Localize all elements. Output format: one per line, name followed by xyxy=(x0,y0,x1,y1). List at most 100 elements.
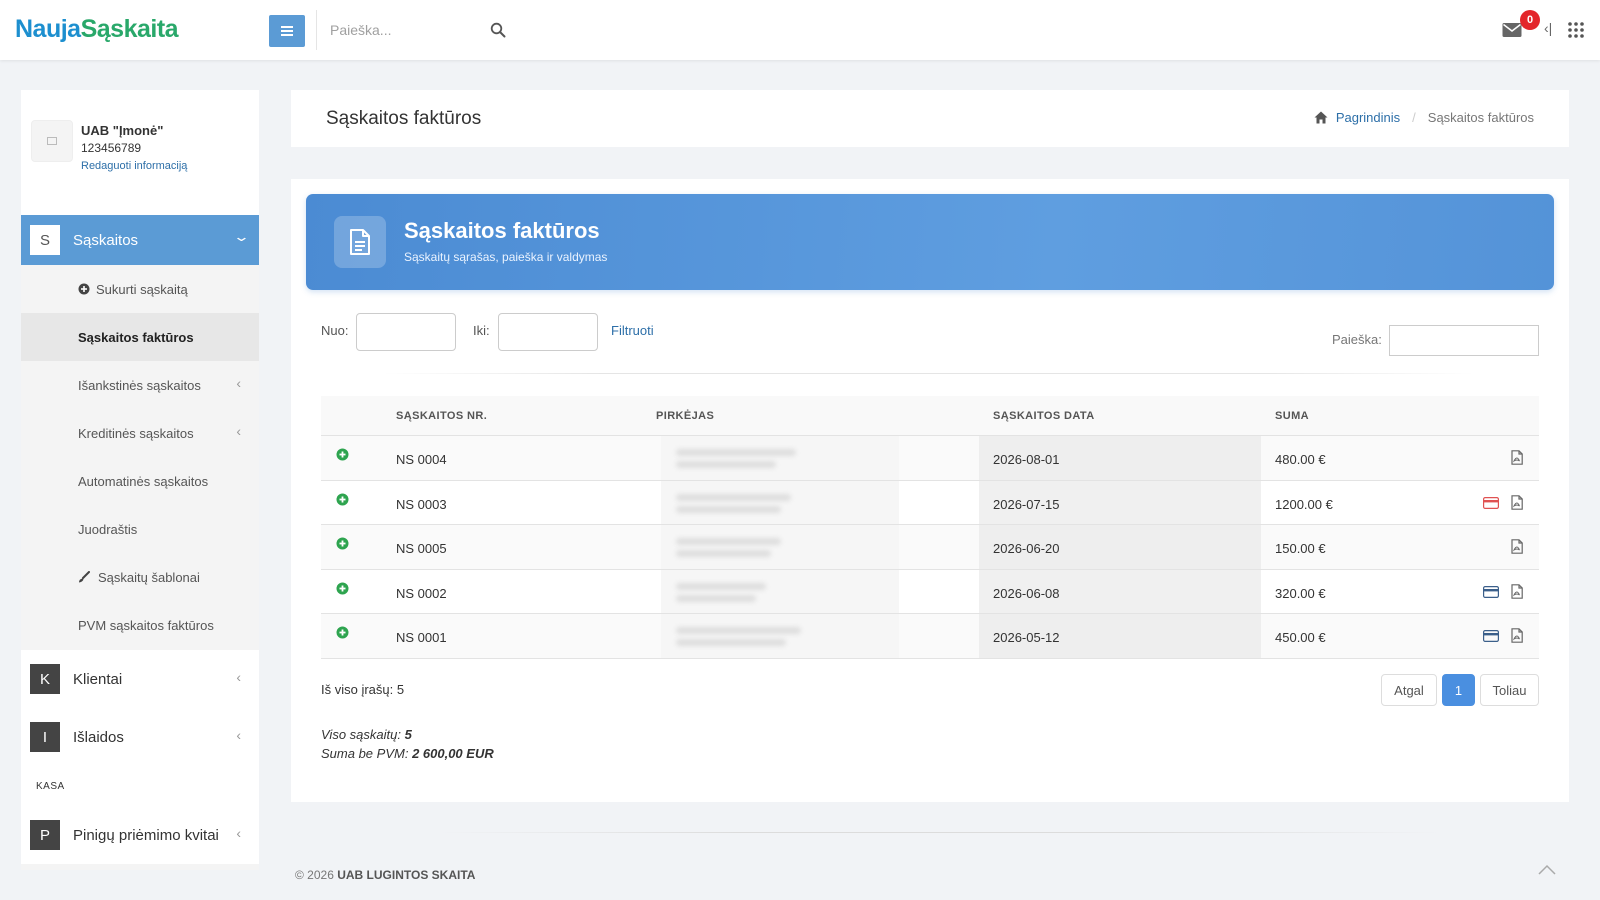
table-body: NS 0004 2026-08-01 480.00 € NS 0003 2026… xyxy=(321,436,1539,659)
mail-count-badge: 0 xyxy=(1520,10,1540,30)
credit-card-red-icon[interactable] xyxy=(1483,496,1499,509)
table-header: SĄSKAITOS NR. PIRKĖJAS SĄSKAITOS DATA SU… xyxy=(321,396,1539,436)
plus-circle-icon[interactable] xyxy=(336,537,349,550)
pagination-next-button[interactable]: Toliau xyxy=(1480,674,1539,706)
image-icon xyxy=(47,137,57,145)
page-title: Sąskaitos faktūros xyxy=(326,108,482,129)
top-search-input[interactable] xyxy=(330,18,500,42)
invoice-number[interactable]: NS 0002 xyxy=(396,586,447,601)
sidebar-item-label: Klientai xyxy=(73,671,123,688)
sidebar-subitem-create-invoice[interactable]: Sukurti sąskaitą xyxy=(21,265,259,313)
table-row[interactable]: NS 0004 2026-08-01 480.00 € xyxy=(321,436,1539,481)
user-card: UAB "Įmonė" 123456789 Redaguoti informac… xyxy=(21,90,259,215)
table-row[interactable]: NS 0001 2026-05-12 450.00 € xyxy=(321,614,1539,659)
pdf-icon[interactable] xyxy=(1511,628,1523,643)
sidebar-subitem-credit[interactable]: Kreditinės sąskaitos ‹ xyxy=(21,409,259,457)
invoice-number[interactable]: NS 0004 xyxy=(396,452,447,467)
breadcrumb: Pagrindinis / Sąskaitos faktūros xyxy=(1314,110,1534,125)
company-avatar xyxy=(31,120,73,162)
plus-circle-icon[interactable] xyxy=(336,493,349,506)
sidebar-item-klientai[interactable]: K Klientai ‹ xyxy=(21,650,259,708)
sidebar-item-cash-receipts[interactable]: P Pinigų priėmimo kvitai ‹ xyxy=(21,806,259,864)
sidebar-item-islaidos[interactable]: I Išlaidos ‹ xyxy=(21,708,259,766)
footer-copyright: © 2026 UAB LUGINTOS SKAITA xyxy=(295,868,476,882)
pagination-page-button[interactable]: 1 xyxy=(1442,674,1475,706)
sidebar-subitem-draft[interactable]: Juodraštis xyxy=(21,505,259,553)
sidebar-section-label: KASA xyxy=(21,766,259,806)
invoice-number[interactable]: NS 0005 xyxy=(396,541,447,556)
apps-grid-icon[interactable] xyxy=(1567,21,1585,39)
date-from-label: Nuo: xyxy=(321,323,349,338)
summary-total-sum: Suma be PVM: 2 600,00 EUR xyxy=(321,746,494,761)
sidebar-item-saskaitos[interactable]: S Sąskaitos ⌄ xyxy=(21,215,259,265)
invoice-number[interactable]: NS 0001 xyxy=(396,630,447,645)
breadcrumb-separator: / xyxy=(1412,110,1416,125)
sidebar-subitem-vat-invoices[interactable]: PVM sąskaitos faktūros xyxy=(21,601,259,649)
invoice-number[interactable]: NS 0003 xyxy=(396,497,447,512)
table-row[interactable]: NS 0003 2026-07-15 1200.00 € xyxy=(321,480,1539,525)
sidebar-subitem-invoices[interactable]: Sąskaitos faktūros xyxy=(21,313,259,361)
sidebar-item-label: Sąskaitos xyxy=(73,232,139,249)
pdf-icon[interactable] xyxy=(1511,494,1523,510)
menu-toggle-button[interactable] xyxy=(269,15,305,47)
date-to-input[interactable] xyxy=(498,313,598,351)
search-icon[interactable] xyxy=(490,22,506,38)
pagination-prev-button[interactable]: Atgal xyxy=(1381,674,1437,706)
chevron-down-icon: ⌄ xyxy=(232,229,251,244)
total-records: Iš viso įrašų: 5 xyxy=(321,682,405,697)
plus-circle-icon[interactable] xyxy=(336,448,349,461)
table-search-input[interactable] xyxy=(1389,325,1539,356)
date-to-label: Iki: xyxy=(473,323,490,338)
company-code: 123456789 xyxy=(81,141,142,155)
pdf-icon[interactable] xyxy=(1511,450,1523,465)
mail-icon[interactable] xyxy=(1502,22,1522,38)
column-header-number[interactable]: SĄSKAITOS NR. xyxy=(396,410,487,422)
breadcrumb-current: Sąskaitos faktūros xyxy=(1427,110,1534,125)
invoice-amount: 320.00 € xyxy=(1275,585,1326,601)
sidebar-subitem-templates[interactable]: Sąskaitų šablonai xyxy=(21,553,259,601)
buyer-redacted xyxy=(661,525,899,569)
column-header-amount[interactable]: SUMA xyxy=(1275,410,1309,422)
top-bar: NaujaSąskaita 0 ‹| xyxy=(0,0,1600,60)
pdf-icon[interactable] xyxy=(1511,539,1523,554)
scroll-to-top-icon[interactable] xyxy=(1538,864,1556,876)
invoices-card: Sąskaitos faktūros Sąskaitų sąrašas, pai… xyxy=(291,179,1569,802)
invoice-date: 2026-06-08 xyxy=(993,585,1060,601)
invoices-table: SĄSKAITOS NR. PIRKĖJAS SĄSKAITOS DATA SU… xyxy=(321,396,1539,659)
chevron-left-icon: ‹ xyxy=(236,375,241,391)
chevron-left-icon: ‹ xyxy=(236,825,241,841)
section-letter-badge: P xyxy=(30,820,60,850)
sidebar-subitem-automatic[interactable]: Automatinės sąskaitos xyxy=(21,457,259,505)
collapse-icon[interactable]: ‹| xyxy=(1544,20,1552,36)
invoice-date: 2026-07-15 xyxy=(993,496,1060,512)
plus-circle-icon[interactable] xyxy=(336,582,349,595)
credit-card-icon[interactable] xyxy=(1483,585,1499,598)
column-header-date[interactable]: SĄSKAITOS DATA xyxy=(993,410,1095,422)
credit-card-icon[interactable] xyxy=(1483,630,1499,642)
banner-icon-box xyxy=(334,216,386,268)
sidebar: UAB "Įmonė" 123456789 Redaguoti informac… xyxy=(21,90,259,870)
brand-logo[interactable]: NaujaSąskaita xyxy=(15,15,179,44)
filter-button[interactable]: Filtruoti xyxy=(611,323,654,338)
breadcrumb-home-link[interactable]: Pagrindinis xyxy=(1336,110,1400,125)
sidebar-subitem-proforma[interactable]: Išankstinės sąskaitos ‹ xyxy=(21,361,259,409)
sidebar-item-label: Pinigų priėmimo kvitai xyxy=(73,827,219,844)
buyer-redacted xyxy=(661,436,899,480)
sidebar-item-label: Išlaidos xyxy=(73,729,124,746)
plus-circle-icon xyxy=(78,283,90,295)
invoice-date: 2026-05-12 xyxy=(993,630,1060,645)
edit-company-link[interactable]: Redaguoti informaciją xyxy=(81,160,187,172)
invoice-amount: 1200.00 € xyxy=(1275,496,1333,512)
banner-title: Sąskaitos faktūros xyxy=(404,218,600,243)
table-search-label: Paieška: xyxy=(1332,332,1382,347)
table-row[interactable]: NS 0005 2026-06-20 150.00 € xyxy=(321,525,1539,570)
buyer-redacted xyxy=(661,569,899,613)
table-row[interactable]: NS 0002 2026-06-08 320.00 € xyxy=(321,569,1539,614)
document-icon xyxy=(350,229,370,255)
date-from-input[interactable] xyxy=(356,313,456,351)
plus-circle-icon[interactable] xyxy=(336,626,349,639)
column-header-buyer[interactable]: PIRKĖJAS xyxy=(656,410,714,422)
pdf-icon[interactable] xyxy=(1511,583,1523,599)
invoice-amount: 480.00 € xyxy=(1275,452,1326,467)
chevron-left-icon: ‹ xyxy=(236,669,241,685)
